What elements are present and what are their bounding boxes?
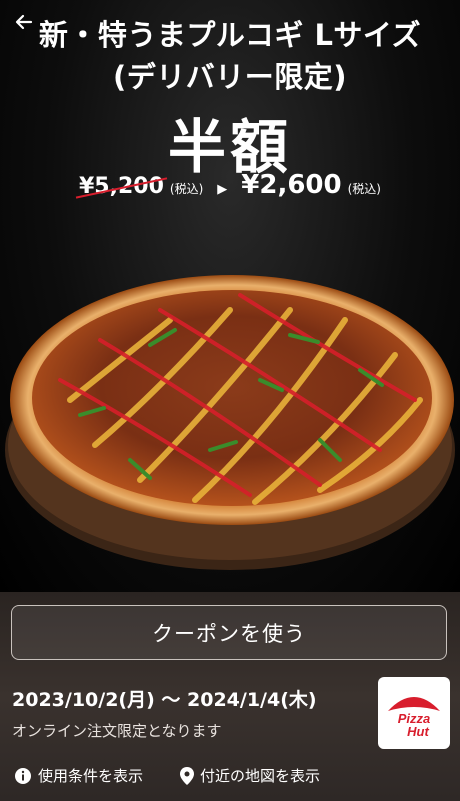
map-link-label: 付近の地図を表示: [200, 767, 321, 785]
pizza-hut-logo: Pizza Hut: [378, 677, 450, 749]
original-price: ¥5,200: [75, 174, 168, 199]
pizza-image: [5, 275, 455, 570]
use-coupon-button[interactable]: クーポンを使う: [11, 605, 447, 660]
online-only-note: オンライン注文限定となります: [12, 722, 222, 740]
location-pin-icon: [180, 766, 194, 785]
svg-text:Hut: Hut: [407, 724, 429, 739]
terms-link-label: 使用条件を表示: [38, 767, 144, 785]
map-link[interactable]: 付近の地図を表示: [180, 765, 320, 786]
promo-hero: 新・特うまプルコギ Lサイズ (デリバリー限定) 半額 ¥5,200 (税込) …: [0, 0, 460, 592]
promo-title-line2: (デリバリー限定): [112, 60, 347, 94]
terms-link[interactable]: 使用条件を表示: [14, 765, 143, 786]
sale-price: ¥2,600: [241, 170, 342, 200]
original-tax-label: (税込): [169, 182, 204, 196]
sale-tax-label: (税込): [347, 182, 381, 196]
coupon-panel: クーポンを使う 2023/10/2(月) 〜 2024/1/4(木) オンライン…: [0, 592, 460, 801]
validity-period: 2023/10/2(月) 〜 2024/1/4(木): [12, 689, 317, 711]
info-icon: [15, 767, 31, 784]
price-row: ¥5,200 (税込) ▶ ¥2,600 (税込): [0, 170, 460, 200]
promo-title-line1: 新・特うまプルコギ Lサイズ: [38, 18, 422, 52]
arrow-right-icon: ▶: [217, 182, 228, 197]
